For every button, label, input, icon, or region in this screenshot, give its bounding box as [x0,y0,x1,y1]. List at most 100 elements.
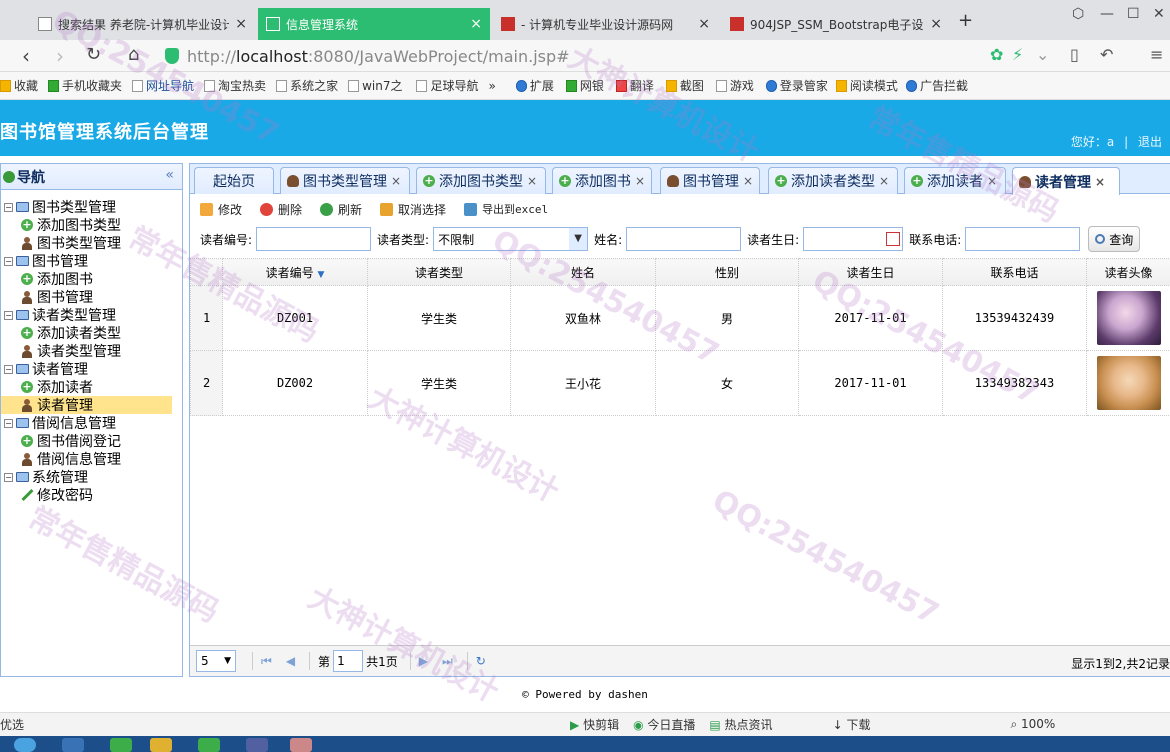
unselect-button[interactable]: 取消选择 [380,201,446,218]
browser-tab-active[interactable]: 信息管理系统 × [258,8,490,40]
export-excel-button[interactable]: 导出到excel [464,201,548,217]
tree-group-borrow[interactable]: − 借阅信息管理 [1,414,182,432]
undo-icon[interactable]: ↶ [1100,45,1113,64]
calendar-icon[interactable] [886,232,901,246]
maximize-button[interactable]: ☐ [1127,6,1140,22]
close-icon[interactable]: × [470,16,482,32]
delete-button[interactable]: 删除 [260,201,302,218]
column-header[interactable]: 读者生日 [798,258,943,286]
browser-tab-source[interactable]: - 计算机专业毕业设计源码网 × [493,8,718,40]
status-item-download[interactable]: ↓ 下载 [833,716,871,733]
back-button[interactable]: ‹ [22,44,30,68]
page-size-select[interactable]: 5 ▼ [196,650,236,672]
close-icon[interactable]: × [1095,175,1105,189]
reload-button[interactable]: ↻ [86,44,101,65]
bookmark-item[interactable]: 广告拦截 [905,77,968,94]
first-page-button[interactable]: ⏮ [261,654,272,669]
collapse-icon[interactable]: − [4,472,13,482]
bookmark-item[interactable]: 登录管家 [765,77,828,94]
tree-item-change-password[interactable]: 修改密码 [1,486,182,504]
bookmark-item[interactable]: 收藏 [0,77,38,94]
tree-item-borrow-register[interactable]: + 图书借阅登记 [1,432,182,450]
close-icon[interactable]: × [235,16,247,32]
logout-link[interactable]: 退出 [1138,135,1162,149]
tree-item-reader-type-manage[interactable]: 读者类型管理 [1,342,182,360]
new-tab-button[interactable]: + [958,10,973,31]
home-button[interactable]: ⌂ [128,44,139,65]
tree-item-add-book[interactable]: + 添加图书 [1,270,182,288]
browser-tab-project[interactable]: 904JSP_SSM_Bootstrap电子设 × [722,8,950,40]
chevron-down-icon[interactable]: ▼ [569,228,588,250]
bookmark-item[interactable]: 手机收藏夹 [48,77,122,94]
next-page-button[interactable]: ▶ [419,654,428,668]
tree-item-add-book-type[interactable]: + 添加图书类型 [1,216,182,234]
minimize-button[interactable]: — [1100,6,1114,22]
close-icon[interactable]: × [987,174,997,188]
start-button[interactable] [14,738,36,752]
browser-tab-search[interactable]: 搜索结果 养老院-计算机毕业设计 × [30,8,255,40]
close-window-button[interactable]: ✕ [1153,6,1165,22]
bookmark-item[interactable]: 网银 [565,77,604,94]
collapse-icon[interactable]: − [4,310,13,320]
tree-item-add-reader[interactable]: + 添加读者 [1,378,182,396]
prev-page-button[interactable]: ◀ [286,654,295,668]
collapse-button[interactable]: « [165,167,174,183]
taskbar-app[interactable] [62,738,84,752]
close-icon[interactable]: × [391,174,401,188]
tree-group-reader-type[interactable]: − 读者类型管理 [1,306,182,324]
bookmark-item[interactable]: 翻译 [615,77,654,94]
tree-item-book-manage[interactable]: 图书管理 [1,288,182,306]
phone-input[interactable] [965,227,1081,251]
tab-home[interactable]: 起始页 [194,167,274,194]
bookmark-item[interactable]: 扩展 [515,77,554,94]
close-icon[interactable]: × [635,174,645,188]
speed-icon[interactable]: ✿ [990,45,1003,64]
status-item-live[interactable]: ◉ 今日直播 [633,716,695,733]
chevron-down-icon[interactable]: ⌄ [1036,45,1049,64]
bookmark-item[interactable]: 截图 [665,77,704,94]
zoom-level[interactable]: ⌕ 100% [1010,717,1055,732]
close-icon[interactable]: × [743,174,753,188]
taskbar-app[interactable] [110,738,132,752]
reader-no-input[interactable] [256,227,372,251]
bookmark-item[interactable]: 游戏 [715,77,754,94]
collapse-icon[interactable]: − [4,364,13,374]
bookmark-item[interactable]: 系统之家 [276,77,338,94]
tab-add-book[interactable]: + 添加图书 × [552,167,652,194]
page-number-input[interactable]: 1 [333,650,364,672]
bookmark-item[interactable]: win7之 [348,77,402,94]
tree-group-book-type[interactable]: − 图书类型管理 [1,198,182,216]
tab-reader-manage[interactable]: 读者管理 × [1012,167,1120,195]
taskbar-app[interactable] [246,738,268,752]
bookmark-item[interactable]: 阅读模式 [835,77,898,94]
tree-item-book-type-manage[interactable]: 图书类型管理 [1,234,182,252]
tab-add-book-type[interactable]: + 添加图书类型 × [416,167,546,194]
bookmark-item[interactable]: 足球导航 [416,77,478,94]
refresh-button[interactable]: 刷新 [320,201,362,218]
bookmark-item[interactable]: 网址导航 [132,77,194,94]
tree-item-add-reader-type[interactable]: + 添加读者类型 [1,324,182,342]
query-button[interactable]: 查询 [1088,226,1141,252]
collapse-icon[interactable]: − [4,256,13,266]
table-row[interactable]: 2 DZ002 学生类 王小花 女 2017-11-01 13349382343 [190,350,1170,416]
column-header[interactable]: 联系电话 [942,258,1087,286]
close-icon[interactable]: × [930,16,942,32]
tab-add-reader[interactable]: + 添加读者 × [904,167,1006,194]
column-header[interactable]: 读者头像 [1086,258,1170,286]
skin-icon[interactable]: ⬡ [1072,6,1084,22]
birthday-input[interactable] [803,227,904,251]
taskbar-app[interactable] [290,738,312,752]
tab-add-reader-type[interactable]: + 添加读者类型 × [768,167,898,194]
collapse-icon[interactable]: − [4,418,13,428]
close-icon[interactable]: × [527,174,537,188]
tree-item-reader-manage[interactable]: 读者管理 [1,396,172,414]
close-icon[interactable]: × [879,174,889,188]
column-header[interactable]: 读者编号 ▼ [222,258,368,286]
taskbar-app[interactable] [198,738,220,752]
taskbar-app[interactable] [150,738,172,752]
more-bookmarks-button[interactable]: » [488,79,495,93]
close-icon[interactable]: × [698,16,710,32]
tree-item-borrow-manage[interactable]: 借阅信息管理 [1,450,182,468]
table-row[interactable]: 1 DZ001 学生类 双鱼林 男 2017-11-01 13539432439 [190,285,1170,351]
tree-group-reader[interactable]: − 读者管理 [1,360,182,378]
